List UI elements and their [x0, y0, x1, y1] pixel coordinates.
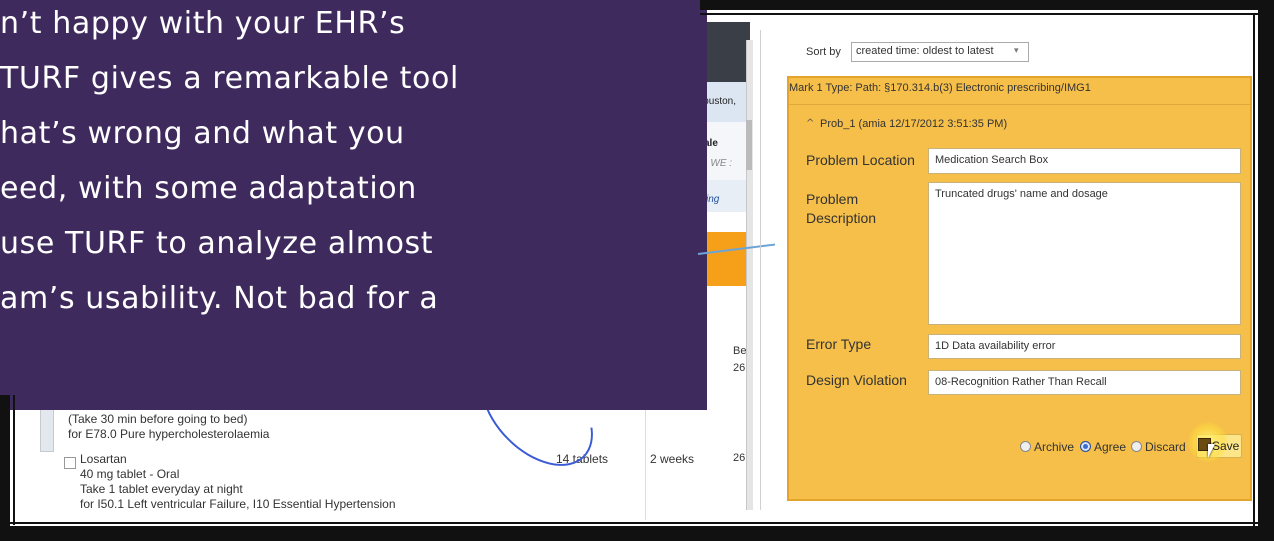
callout-line-2: TURF gives a remarkable tool [0, 61, 459, 96]
callout-line-4: eed, with some adaptation [0, 171, 417, 206]
agree-radio[interactable] [1080, 441, 1091, 452]
mouse-cursor-icon [1208, 444, 1215, 458]
med-row2-line3: for I50.1 Left ventricular Failure, I10 … [80, 497, 396, 511]
callout-line-5: use TURF to analyze almost [0, 226, 434, 261]
frame-left-line [13, 395, 15, 525]
frame-bottom-line [0, 522, 1274, 524]
sort-label: Sort by [806, 46, 841, 58]
problem-description-label-1: Problem [806, 191, 859, 207]
callout-box: n’t happy with your EHR’s TURF gives a r… [0, 0, 707, 410]
mark-title: Mark 1 Type: Path: §170.314.b(3) Electro… [789, 82, 1091, 94]
problem-description-label-2: Description [806, 210, 877, 226]
frame-top [700, 0, 1274, 10]
row-header-handle[interactable] [40, 405, 54, 452]
callout-line-6: am’s usability. Not bad for a [0, 281, 439, 316]
problem-description-field[interactable]: Truncated drugs' name and dosage [928, 182, 1241, 325]
sort-select[interactable]: created time: oldest to latest [851, 42, 1029, 62]
ehr-scrollbar-thumb[interactable] [746, 120, 752, 170]
archive-label[interactable]: Archive [1034, 440, 1074, 454]
callout-line-1: n’t happy with your EHR’s [0, 6, 406, 41]
frame-bottom [0, 526, 1274, 541]
row1-value: 26 [733, 362, 746, 374]
collapse-caret-icon[interactable]: ^ [806, 118, 814, 129]
med-row2-duration: 2 weeks [650, 452, 695, 466]
discard-radio[interactable] [1131, 441, 1142, 452]
save-label: Save [1212, 439, 1240, 453]
frame-left [0, 395, 10, 541]
error-type-label: Error Type [806, 336, 872, 352]
frame-top-line [700, 13, 1274, 15]
callout-line-3: hat’s wrong and what you [0, 116, 405, 151]
frame-right-line [1253, 15, 1255, 526]
med-row1-line1: (Take 30 min before going to bed) [68, 412, 248, 426]
med-row2-checkbox[interactable] [64, 457, 76, 469]
med-row2-line2: Take 1 tablet everyday at night [80, 482, 243, 496]
ehr-scrollbar[interactable] [746, 40, 753, 510]
problem-header[interactable]: Prob_1 (amia 12/17/2012 3:51:35 PM) [820, 118, 1007, 130]
error-type-field[interactable]: 1D Data availability error [928, 334, 1241, 359]
archive-radio[interactable] [1020, 441, 1031, 452]
design-violation-label: Design Violation [806, 372, 907, 388]
mark-divider [789, 104, 1250, 105]
agree-label[interactable]: Agree [1094, 440, 1126, 454]
med-row2-value: 26 [733, 452, 746, 464]
design-violation-field[interactable]: 08-Recognition Rather Than Recall [928, 370, 1241, 395]
med-row2-name: Losartan [80, 452, 127, 466]
column-header-be: Be [733, 345, 747, 357]
discard-label[interactable]: Discard [1145, 440, 1186, 454]
frame-right [1258, 0, 1274, 541]
problem-location-field[interactable]: Medication Search Box [928, 148, 1241, 174]
problem-location-label: Problem Location [806, 152, 915, 168]
chevron-down-icon[interactable]: ▾ [1014, 46, 1019, 56]
med-row1-line2: for E78.0 Pure hypercholesterolaemia [68, 427, 270, 441]
panel-divider[interactable] [760, 30, 761, 510]
med-row2-line1: 40 mg tablet - Oral [80, 467, 180, 481]
